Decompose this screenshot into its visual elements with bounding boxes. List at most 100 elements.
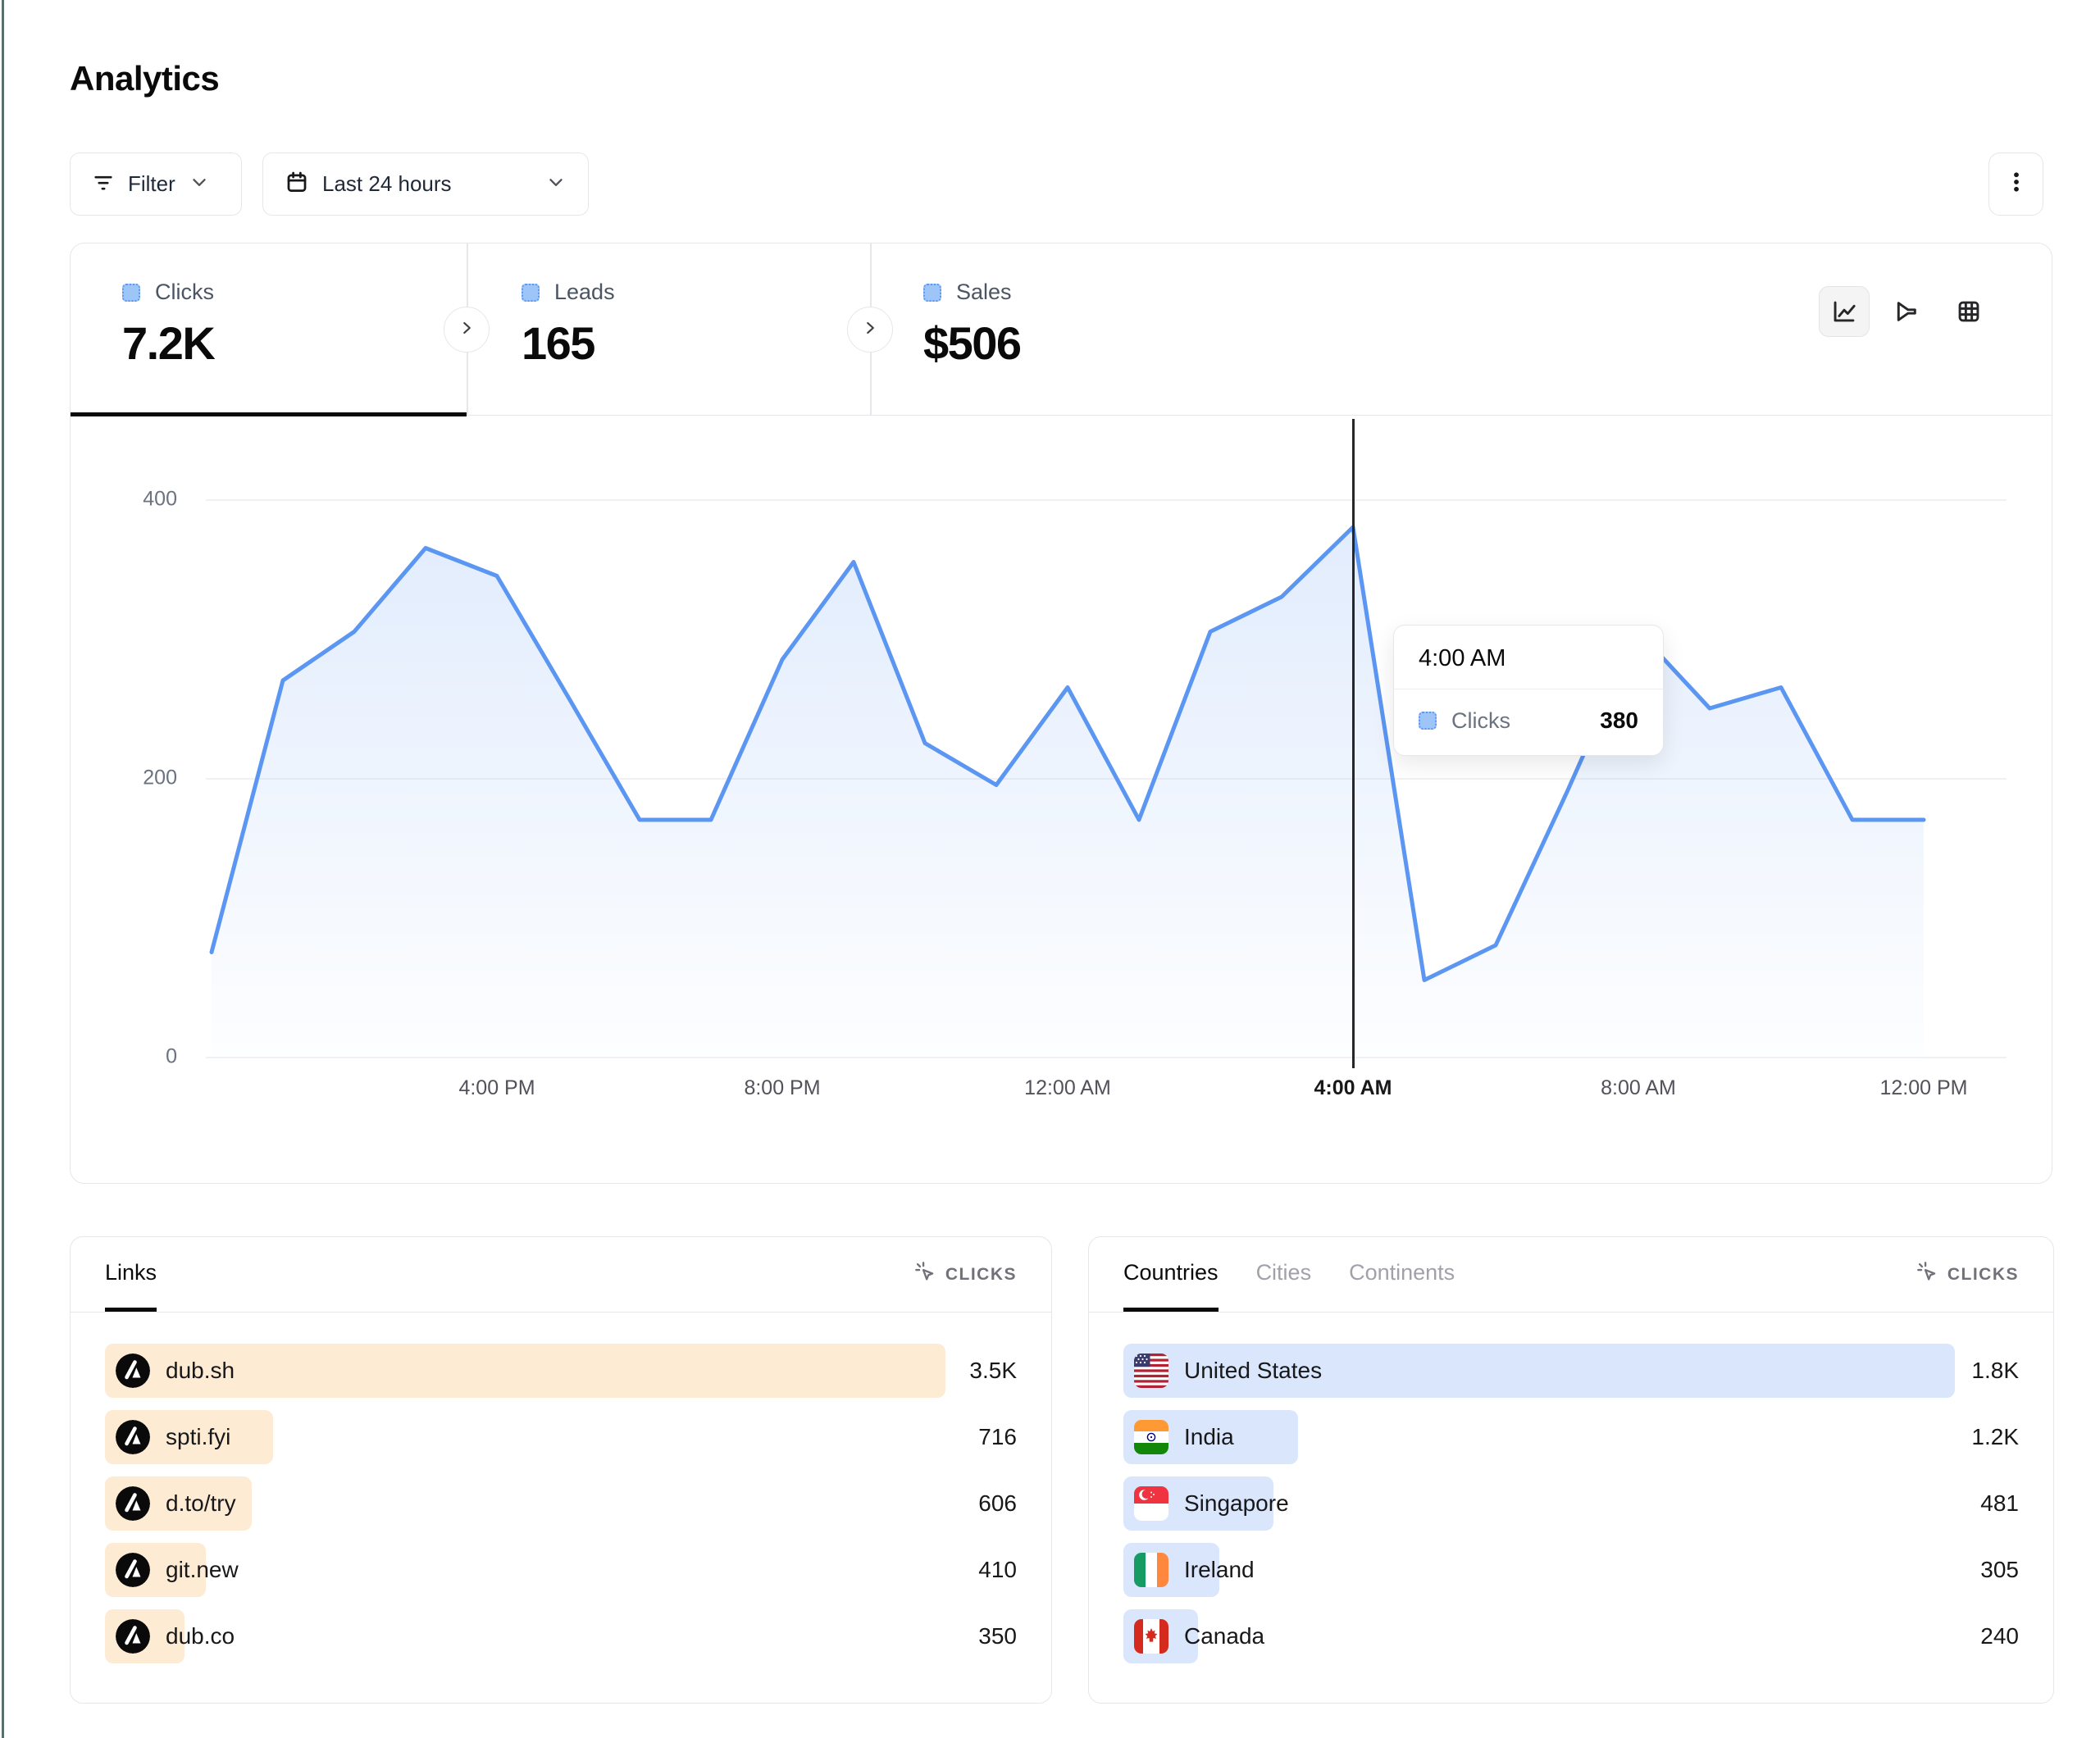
links-panel-header: Links CLICKS bbox=[71, 1237, 1051, 1313]
row-label: dub.sh bbox=[166, 1344, 235, 1398]
row-label: Singapore bbox=[1184, 1476, 1289, 1531]
sales-legend-swatch bbox=[923, 284, 941, 302]
analytics-panel: Clicks 7.2K Leads 165 Sales $506 bbox=[70, 243, 2052, 1184]
cursor-click-icon bbox=[1916, 1261, 1939, 1288]
row-value: 1.2K bbox=[1971, 1424, 2019, 1450]
countries-rows: United States 1.8K India 1.2K Singapore … bbox=[1089, 1313, 2053, 1663]
links-rows: dub.sh 3.5K spti.fyi 716 d.to/try 606 gi… bbox=[71, 1313, 1051, 1663]
page-title: Analytics bbox=[70, 59, 219, 98]
tab-links[interactable]: Links bbox=[105, 1237, 157, 1312]
row-label: spti.fyi bbox=[166, 1410, 230, 1464]
row-value: 410 bbox=[978, 1557, 1017, 1583]
chart-tooltip: 4:00 AM Clicks 380 bbox=[1393, 625, 1664, 756]
list-item[interactable]: git.new 410 bbox=[105, 1543, 1017, 1597]
stat-label: Clicks bbox=[155, 280, 214, 305]
date-range-button[interactable]: Last 24 hours bbox=[262, 152, 589, 216]
stat-tab-sales[interactable]: Sales $506 bbox=[870, 243, 1280, 416]
row-value: 3.5K bbox=[969, 1358, 1017, 1384]
stats-row: Clicks 7.2K Leads 165 Sales $506 bbox=[71, 243, 2052, 416]
tab-continents[interactable]: Continents bbox=[1349, 1237, 1455, 1312]
line-chart-icon[interactable] bbox=[1819, 286, 1870, 337]
list-item[interactable]: India 1.2K bbox=[1123, 1410, 2019, 1464]
window-edge-strip bbox=[2, 0, 4, 1738]
tooltip-series-label: Clicks bbox=[1451, 708, 1510, 734]
stat-tab-clicks[interactable]: Clicks 7.2K bbox=[71, 243, 467, 416]
row-value: 240 bbox=[1980, 1623, 2019, 1649]
dub-logo-icon bbox=[116, 1619, 150, 1654]
row-label: Canada bbox=[1184, 1609, 1264, 1663]
x-axis-tick: 12:00 AM bbox=[1024, 1076, 1111, 1100]
row-value: 1.8K bbox=[1971, 1358, 2019, 1384]
chevron-right-icon bbox=[859, 317, 881, 343]
flag-ie-icon bbox=[1134, 1553, 1168, 1587]
row-value: 481 bbox=[1980, 1490, 2019, 1517]
more-options-button[interactable] bbox=[1988, 152, 2043, 216]
list-item[interactable]: Ireland 305 bbox=[1123, 1543, 2019, 1597]
funnel-chart-icon[interactable] bbox=[1881, 286, 1932, 337]
stat-label: Leads bbox=[554, 280, 615, 305]
flag-us-icon bbox=[1134, 1354, 1168, 1388]
chevron-right-icon bbox=[456, 317, 477, 343]
links-metric-selector[interactable]: CLICKS bbox=[914, 1261, 1017, 1288]
row-label: Ireland bbox=[1184, 1543, 1255, 1597]
flag-ca-icon bbox=[1134, 1619, 1168, 1654]
chart-kind-toggle-group bbox=[1819, 286, 1994, 337]
expand-leads-button[interactable] bbox=[444, 307, 490, 353]
dub-logo-icon bbox=[116, 1420, 150, 1454]
list-item[interactable]: dub.co 350 bbox=[105, 1609, 1017, 1663]
row-value: 305 bbox=[1980, 1557, 2019, 1583]
flag-sg-icon bbox=[1134, 1486, 1168, 1521]
row-value: 350 bbox=[978, 1623, 1017, 1649]
clicks-legend-swatch bbox=[1419, 712, 1437, 730]
chart-hover-line bbox=[1352, 419, 1355, 1068]
row-label: dub.co bbox=[166, 1609, 235, 1663]
tab-cities[interactable]: Cities bbox=[1256, 1237, 1312, 1312]
row-value: 716 bbox=[978, 1424, 1017, 1450]
filter-button[interactable]: Filter bbox=[70, 152, 242, 216]
flag-in-icon bbox=[1134, 1420, 1168, 1454]
row-label: git.new bbox=[166, 1543, 239, 1597]
row-label: d.to/try bbox=[166, 1476, 236, 1531]
tooltip-time: 4:00 AM bbox=[1394, 626, 1663, 689]
chevron-down-icon bbox=[545, 171, 567, 197]
filter-button-label: Filter bbox=[128, 171, 175, 197]
countries-panel: Countries Cities Continents CLICKS Unite… bbox=[1088, 1236, 2054, 1704]
clicks-legend-swatch bbox=[122, 284, 140, 302]
x-axis-tick: 12:00 PM bbox=[1879, 1076, 1967, 1100]
dub-logo-icon bbox=[116, 1553, 150, 1587]
x-axis-tick: 4:00 AM bbox=[1314, 1076, 1392, 1100]
expand-sales-button[interactable] bbox=[847, 307, 893, 353]
table-grid-icon[interactable] bbox=[1943, 286, 1994, 337]
chevron-down-icon bbox=[189, 171, 210, 197]
countries-metric-selector[interactable]: CLICKS bbox=[1916, 1261, 2019, 1288]
kebab-menu-icon bbox=[2004, 170, 2029, 198]
analytics-page: Analytics Filter Last 24 hours bbox=[0, 0, 2100, 1738]
stat-value: 165 bbox=[522, 316, 870, 370]
stat-value: $506 bbox=[923, 316, 1280, 370]
area-series bbox=[71, 416, 2051, 1183]
dub-logo-icon bbox=[116, 1354, 150, 1388]
row-label: United States bbox=[1184, 1344, 1322, 1398]
list-item[interactable]: Canada 240 bbox=[1123, 1609, 2019, 1663]
metric-label: CLICKS bbox=[945, 1265, 1017, 1285]
cursor-click-icon bbox=[914, 1261, 937, 1288]
calendar-icon bbox=[285, 170, 309, 198]
x-axis-tick: 8:00 AM bbox=[1601, 1076, 1676, 1100]
list-item[interactable]: d.to/try 606 bbox=[105, 1476, 1017, 1531]
leads-legend-swatch bbox=[522, 284, 540, 302]
list-item[interactable]: dub.sh 3.5K bbox=[105, 1344, 1017, 1398]
row-label: India bbox=[1184, 1410, 1234, 1464]
tab-countries[interactable]: Countries bbox=[1123, 1237, 1219, 1312]
dub-logo-icon bbox=[116, 1486, 150, 1521]
list-item[interactable]: spti.fyi 716 bbox=[105, 1410, 1017, 1464]
list-item[interactable]: United States 1.8K bbox=[1123, 1344, 2019, 1398]
row-value: 606 bbox=[978, 1490, 1017, 1517]
controls-row: Filter Last 24 hours bbox=[70, 152, 2052, 216]
countries-panel-header: Countries Cities Continents CLICKS bbox=[1089, 1237, 2053, 1313]
stat-tab-leads[interactable]: Leads 165 bbox=[467, 243, 870, 416]
metric-label: CLICKS bbox=[1947, 1265, 2019, 1285]
list-item[interactable]: Singapore 481 bbox=[1123, 1476, 2019, 1531]
stat-value: 7.2K bbox=[122, 316, 467, 370]
tooltip-value: 380 bbox=[1600, 707, 1638, 734]
clicks-area-chart[interactable]: 4002000 4:00 PM8:00 PM12:00 AM4:00 AM8:0… bbox=[71, 416, 2051, 1183]
